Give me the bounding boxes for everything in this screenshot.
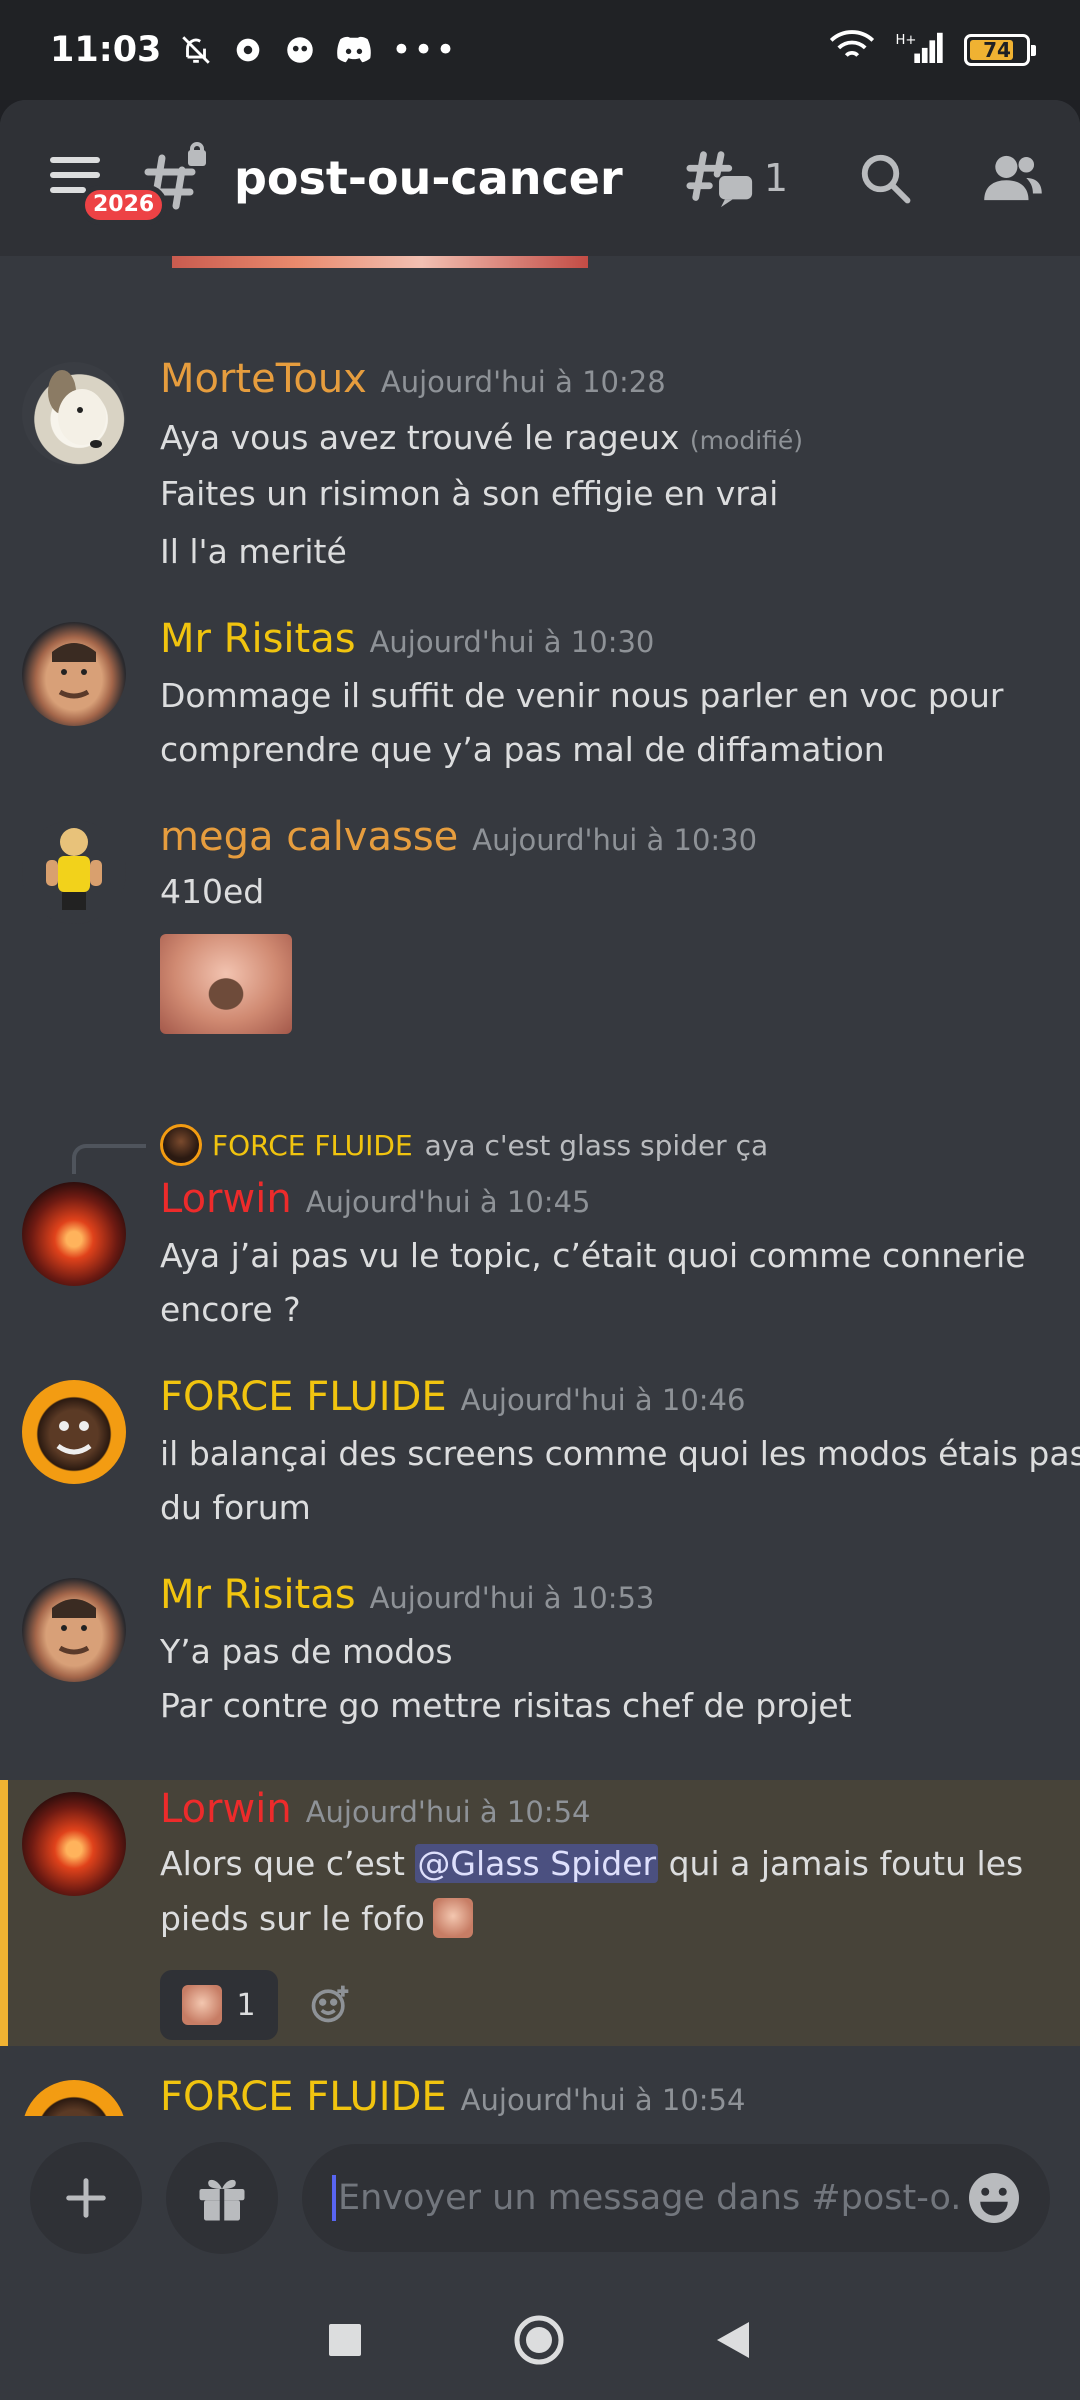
clock: 11:03 [50,30,162,70]
search-icon[interactable] [858,151,912,205]
gift-button[interactable] [166,2142,278,2254]
message-text: Alors que c’est @Glass Spider qui a jama… [160,1844,1024,1883]
attach-button[interactable] [30,2142,142,2254]
battery-icon: 74 [964,34,1036,66]
message-text: comprendre que y’a pas mal de diffamatio… [160,730,885,769]
svg-text:H+: H+ [895,33,916,48]
custom-emoji [432,1898,473,1938]
message-timestamp: Aujourd'hui à 10:53 [369,1581,655,1615]
edited-label: (modifié) [689,426,804,455]
threads-count: 1 [763,156,788,200]
avatar[interactable] [22,362,126,466]
message-author[interactable]: FORCE FLUIDE Aujourd'hui à 10:54 [160,2074,745,2120]
message-input-placeholder: Envoyer un message dans #post-o... [338,2178,964,2218]
user-mention[interactable]: @Glass Spider [415,1844,659,1883]
avatar[interactable] [22,622,126,726]
message-author[interactable]: Lorwin Aujourd'hui à 10:45 [160,1176,590,1222]
message-author[interactable]: Mr Risitas Aujourd'hui à 10:30 [160,616,654,662]
channel-header: 2026 post-ou-cancer 1 [0,100,1080,256]
avatar[interactable] [22,1792,126,1896]
message-author[interactable]: MorteToux Aujourd'hui à 10:28 [160,356,666,402]
avatar[interactable] [22,1182,126,1286]
discord-icon [335,33,373,67]
reaction-pill[interactable]: 1 [160,1970,278,2040]
status-bar: 11:03 ••• H+ 74 [0,0,1080,100]
message-author[interactable]: Lorwin Aujourd'hui à 10:54 [160,1786,590,1832]
reaction-emoji [182,1985,223,2025]
notification-badge: 2026 [80,185,168,225]
message-text: Y’a pas de modos [160,1632,453,1671]
back-button[interactable] [715,2320,753,2360]
plus-icon [66,2178,106,2218]
message-text: Faites un risimon à son effigie en vrai [160,474,779,513]
reply-reference[interactable]: FORCE FLUIDE aya c'est glass spider ça [160,1124,768,1166]
bell-off-icon [179,33,213,67]
message-text: pieds sur le fofo [160,1898,473,1938]
message-composer: Envoyer un message dans #post-o... [0,2116,1080,2280]
recents-button[interactable] [327,2322,363,2358]
message-text: Il l'a merité [160,532,347,571]
message-author[interactable]: Mr Risitas Aujourd'hui à 10:53 [160,1572,654,1618]
channel-name: post-ou-cancer [234,151,623,205]
message-timestamp: Aujourd'hui à 10:28 [380,365,666,399]
signal-icon: H+ [894,29,946,72]
reply-avatar [160,1124,202,1166]
discord-app: 2026 post-ou-cancer 1 MorteToux Aujourd'… [0,100,1080,2180]
message-list[interactable]: MorteToux Aujourd'hui à 10:28 Aya vous av… [0,256,1080,2180]
emoji-picker-icon[interactable] [964,2168,1024,2228]
reply-connector [72,1144,146,1174]
message-text: il balançai des screens comme quoi les m… [160,1434,1080,1473]
threads-icon [686,151,752,208]
wifi-icon [828,29,876,72]
more-dots-icon: ••• [391,30,458,70]
message-text: Aya vous avez trouvé le rageux (modifié) [160,418,804,457]
message-timestamp: Aujourd'hui à 10:30 [369,625,655,659]
gear-icon [231,33,265,67]
message-text: Par contre go mettre risitas chef de pro… [160,1686,852,1725]
message-timestamp: Aujourd'hui à 10:54 [460,2083,746,2117]
image-attachment[interactable] [160,934,292,1034]
reply-author: FORCE FLUIDE [212,1128,413,1162]
message-input[interactable]: Envoyer un message dans #post-o... [302,2144,1050,2252]
message-text: Dommage il suffit de venir nous parler e… [160,676,1004,715]
menu-button[interactable]: 2026 [36,143,168,225]
message-timestamp: Aujourd'hui à 10:46 [460,1383,746,1417]
system-nav-bar [0,2280,1080,2400]
home-button[interactable] [513,2314,565,2366]
avatar[interactable] [22,1578,126,1682]
battery-level: 74 [983,38,1011,62]
message-timestamp: Aujourd'hui à 10:45 [305,1185,591,1219]
avatar[interactable] [22,1380,126,1484]
threads-button[interactable]: 1 [686,146,788,210]
message-author[interactable]: FORCE FLUIDE Aujourd'hui à 10:46 [160,1374,745,1420]
add-reaction-icon[interactable] [308,1982,352,2026]
reaction-count: 1 [236,1987,256,2023]
message-timestamp: Aujourd'hui à 10:54 [305,1795,591,1829]
app-notification-icon [283,33,317,67]
message-timestamp: Aujourd'hui à 10:30 [472,823,758,857]
message-author[interactable]: mega calvasse Aujourd'hui à 10:30 [160,814,757,860]
previous-image-attachment[interactable] [172,256,588,268]
text-cursor [332,2175,336,2221]
gift-icon [199,2179,245,2221]
message-text: du forum [160,1488,311,1527]
reply-text: aya c'est glass spider ça [424,1128,769,1162]
message-text: Aya j’ai pas vu le topic, c’était quoi c… [160,1236,1026,1275]
members-icon[interactable] [982,151,1044,205]
message-text: 410ed [160,872,265,911]
avatar[interactable] [22,820,126,924]
message-text: encore ? [160,1290,301,1329]
